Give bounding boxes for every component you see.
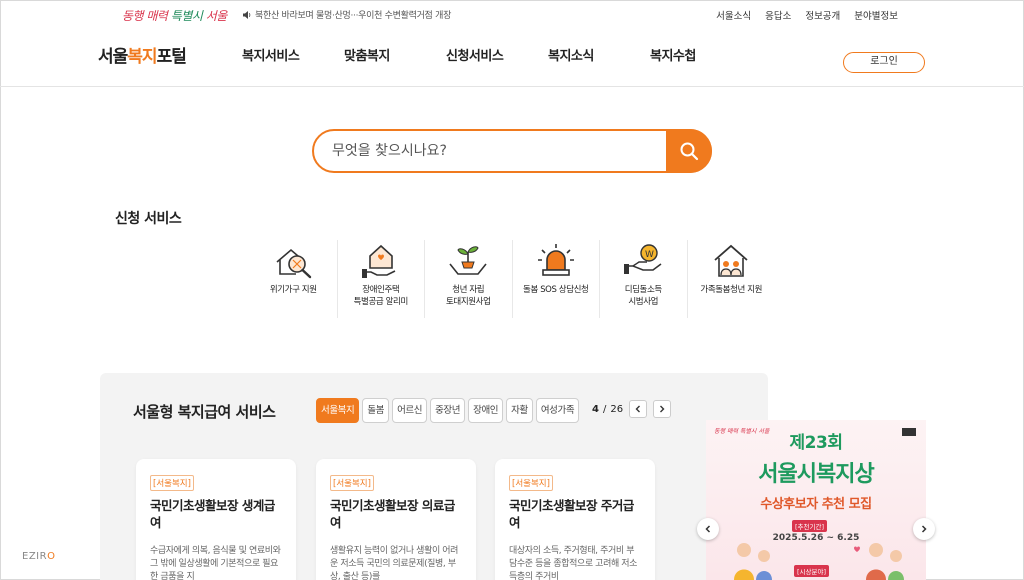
svg-text:W: W	[645, 250, 654, 260]
watermark-part-1: EZIR	[22, 551, 48, 562]
svc-disabled-housing[interactable]: 장애인주택 특별공급 알리미	[338, 240, 425, 318]
search-input[interactable]	[332, 140, 652, 162]
benefit-card[interactable]: [서울복지] 국민기초생활보장 생계급여 수급자에게 의복, 음식물 및 연료비…	[136, 459, 296, 580]
card-title: 국민기초생활보장 의료급여	[330, 498, 455, 530]
banner-headline: 서울시복지상	[758, 462, 874, 487]
chevron-left-icon	[705, 525, 711, 533]
card-tag: [서울복지]	[150, 475, 194, 491]
svc-label: 청년 자립 토대지원사업	[445, 285, 491, 307]
benefit-card[interactable]: [서울복지] 국민기초생활보장 주거급여 대상자의 소득, 주거형태, 주거비 …	[495, 459, 655, 580]
page-separator: /	[602, 403, 607, 415]
benefit-card[interactable]: [서울복지] 국민기초생활보장 의료급여 생활유지 능력이 없거나 생활이 어려…	[316, 459, 476, 580]
banner-prev-button[interactable]	[697, 518, 719, 540]
logo-part-welfare: 복지	[127, 47, 157, 67]
svc-crisis-household[interactable]: 위기가구 지원	[250, 240, 338, 318]
banner-people-illustration	[734, 543, 904, 580]
banner-subheadline: 수상후보자 추천 모집	[760, 497, 872, 512]
family-house-icon	[714, 244, 748, 277]
logo-part-portal: 포털	[156, 47, 187, 67]
slogan-part-2: 특별시	[167, 9, 206, 23]
apply-services-title: 신청 서비스	[115, 211, 182, 227]
card-tag: [서울복지]	[330, 475, 374, 491]
svc-family-care-youth[interactable]: 가족돌봄청년 지원	[688, 240, 776, 318]
site-logo[interactable]: 서울복지포털	[98, 42, 187, 67]
svc-stepping-stone-income[interactable]: W 디딤돌소득 시범사업	[600, 240, 688, 318]
nav-apply-services[interactable]: 신청서비스	[446, 45, 548, 64]
coin-hand-icon: W	[624, 244, 662, 274]
slogan-part-3: 서울	[205, 9, 228, 23]
search-button[interactable]	[666, 128, 712, 173]
svc-label: 가족돌봄청년 지원	[700, 285, 763, 295]
welfare-award-banner[interactable]: 동행 매력 특별시 서울 제23회 서울시복지상 수상후보자 추천 모집 [추천…	[706, 420, 926, 580]
banner-next-button[interactable]	[913, 518, 935, 540]
card-description: 대상자의 소득, 주거형태, 주거비 부담수준 등을 종합적으로 고려해 저소득…	[509, 546, 638, 580]
page-current: 4	[592, 403, 599, 415]
nav-welfare-services[interactable]: 복지서비스	[242, 45, 344, 64]
main-nav: 복지서비스 맞춤복지 신청서비스 복지소식 복지수첩	[242, 45, 752, 64]
utility-bar: 동행 매력 특별시 서울 북한산 바라보며 물멍·산멍···우이천 수변활력거점…	[0, 0, 1024, 30]
svc-label: 돌봄 SOS 상담신청	[523, 285, 589, 295]
util-link-seoul-news[interactable]: 서울소식	[716, 8, 751, 22]
watermark: EZIRO	[22, 551, 55, 562]
notice-text: 북한산 바라보며 물멍·산멍···우이천 수변활력거점 개장	[255, 11, 452, 21]
svc-care-sos[interactable]: 돌봄 SOS 상담신청	[513, 240, 600, 318]
card-title: 국민기초생활보장 생계급여	[150, 498, 275, 530]
chevron-right-icon	[921, 525, 927, 533]
prev-page-button[interactable]	[629, 400, 648, 418]
search-icon	[680, 142, 699, 160]
notice-ticker[interactable]: 북한산 바라보며 물멍·산멍···우이천 수변활력거점 개장	[242, 8, 451, 21]
svc-label: 장애인주택 특별공급 알리미	[353, 285, 409, 307]
card-tag: [서울복지]	[509, 475, 553, 491]
seoul-slogan-logo[interactable]: 동행 매력 특별시 서울	[122, 7, 227, 24]
welfare-tabs: 서울복지 돌봄 어르신 중장년 장애인 자활 여성가족	[316, 398, 580, 423]
login-button[interactable]: 로그인	[843, 52, 925, 73]
house-magnifier-icon	[276, 248, 312, 279]
search-bar	[312, 128, 712, 173]
card-description: 생활유지 능력이 없거나 생활이 어려운 저소득 국민의 의료문제(질병, 부상…	[330, 546, 459, 580]
main-header: 서울복지포털 복지서비스 맞춤복지 신청서비스 복지소식 복지수첩 로그인	[0, 30, 1024, 87]
banner-period-label: [추천기간]	[792, 520, 827, 532]
logo-part-seoul: 서울	[98, 47, 128, 67]
nav-custom-welfare[interactable]: 맞춤복지	[344, 45, 446, 64]
utility-links: 서울소식 응답소 정보공개 분야별정보	[716, 8, 898, 22]
chevron-left-icon	[635, 405, 641, 413]
apply-services-list: 위기가구 지원 장애인주택 특별공급 알리미 청년 자립 토대지원사업 돌봄 S…	[250, 240, 775, 318]
util-link-field-info[interactable]: 분야별정보	[854, 8, 898, 22]
sprout-hands-icon	[449, 246, 487, 275]
svc-label: 위기가구 지원	[269, 285, 317, 295]
tab-women-family[interactable]: 여성가족	[535, 398, 580, 423]
next-page-button[interactable]	[653, 400, 672, 418]
util-link-info-disclosure[interactable]: 정보공개	[805, 8, 840, 22]
nav-welfare-news[interactable]: 복지소식	[548, 45, 650, 64]
welfare-benefit-title: 서울형 복지급여 서비스	[133, 403, 276, 421]
util-link-eungdapso[interactable]: 응답소	[765, 8, 791, 22]
tab-self-support[interactable]: 자활	[506, 398, 533, 423]
page-total: 26	[610, 403, 624, 415]
slogan-part-1: 동행 매력	[122, 9, 168, 23]
tab-seoul-welfare[interactable]: 서울복지	[316, 398, 360, 423]
svc-youth-independence[interactable]: 청년 자립 토대지원사업	[425, 240, 513, 318]
nav-welfare-handbook[interactable]: 복지수첩	[650, 45, 752, 64]
svc-label: 디딤돌소득 시범사업	[624, 285, 663, 307]
speaker-icon	[243, 10, 251, 19]
chevron-right-icon	[660, 405, 665, 413]
tab-seniors[interactable]: 어르신	[392, 398, 428, 423]
tab-middle-aged[interactable]: 중장년	[430, 398, 466, 423]
tab-care[interactable]: 돌봄	[362, 398, 390, 423]
card-title: 국민기초생활보장 주거급여	[509, 498, 634, 530]
banner-edition: 제23회	[789, 433, 843, 453]
card-description: 수급자에게 의복, 음식물 및 연료비와 그 밖에 일상생활에 기본적으로 필요…	[150, 546, 281, 580]
house-hand-icon	[361, 244, 396, 278]
tab-disabled[interactable]: 장애인	[468, 398, 504, 423]
welfare-pager: 4 / 26	[592, 400, 672, 418]
siren-icon	[537, 244, 574, 276]
watermark-part-2: O	[47, 551, 56, 562]
